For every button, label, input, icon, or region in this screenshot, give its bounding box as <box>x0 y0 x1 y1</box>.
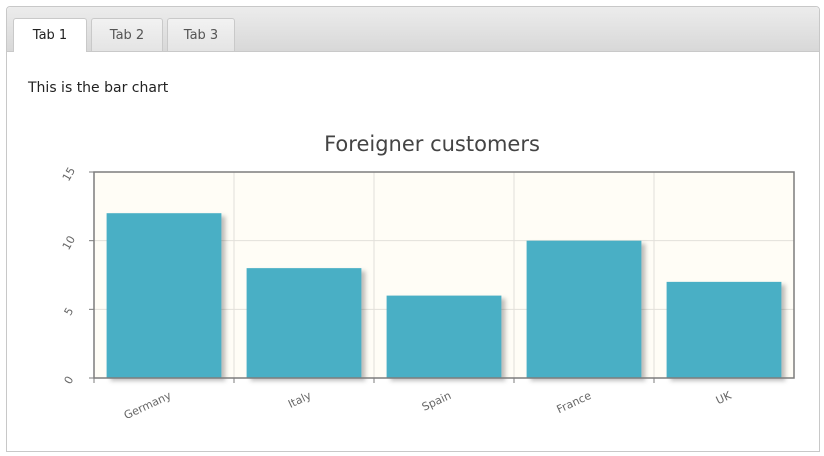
x-tick-label: Germany <box>122 389 174 422</box>
x-tick-label: Spain <box>420 389 453 414</box>
x-tick-label: France <box>555 389 594 416</box>
y-tick-label: 10 <box>60 234 78 253</box>
plot-area: 0 5 10 15 Germany Italy Spain France UK <box>60 165 795 422</box>
bar-italy <box>246 268 362 378</box>
bar-france <box>526 240 642 378</box>
bar-uk <box>666 281 782 378</box>
bar-chart: Foreigner customers 0 5 10 15 Germany Italy Sp… <box>60 132 795 422</box>
y-tick-label: 5 <box>62 305 77 318</box>
bar-germany <box>106 213 222 378</box>
y-tick-label: 0 <box>62 374 77 387</box>
y-tick-label: 15 <box>60 165 78 184</box>
bar-spain <box>386 295 502 378</box>
x-tick-label: UK <box>714 389 734 408</box>
x-tick-label: Italy <box>286 389 314 411</box>
chart-title: Foreigner customers <box>324 132 540 156</box>
